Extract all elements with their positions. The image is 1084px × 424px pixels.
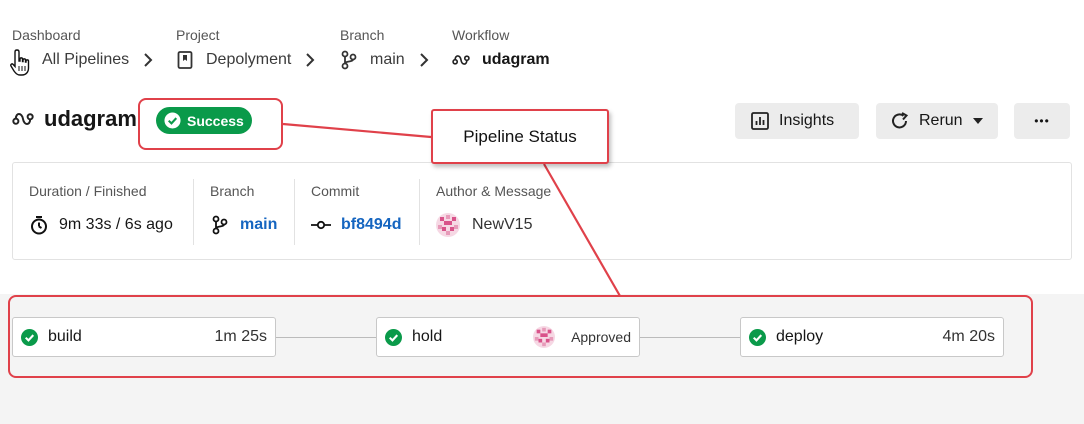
insights-button[interactable]: Insights bbox=[735, 103, 859, 139]
branch-cell: Branch main bbox=[210, 183, 277, 239]
annotation-callout: Pipeline Status bbox=[431, 109, 609, 164]
breadcrumb-link-project[interactable]: Depolyment bbox=[176, 46, 326, 74]
annotation-label: Pipeline Status bbox=[463, 126, 577, 146]
breadcrumb-link-all-pipelines[interactable]: All Pipelines bbox=[12, 46, 162, 74]
workflow-icon bbox=[452, 51, 470, 69]
breadcrumb-project: Project Depolyment bbox=[176, 26, 326, 74]
divider bbox=[193, 179, 194, 245]
divider bbox=[419, 179, 420, 245]
breadcrumb-dashboard: Dashboard All Pipelines bbox=[12, 26, 162, 74]
commit-cell: Commit bf8494d bbox=[311, 183, 401, 239]
breadcrumb-value: All Pipelines bbox=[42, 51, 130, 68]
page-title: udagram bbox=[12, 106, 137, 132]
duration-cell: Duration / Finished 9m 33s / 6s ago bbox=[29, 183, 173, 239]
breadcrumb-current-workflow: udagram bbox=[452, 46, 562, 74]
breadcrumb-value: udagram bbox=[482, 51, 550, 68]
commit-label: Commit bbox=[311, 183, 360, 199]
author-name: NewV15 bbox=[472, 216, 533, 233]
jobs-highlight-box bbox=[8, 295, 1033, 378]
chevron-right-icon bbox=[305, 52, 315, 68]
breadcrumb-label: Branch bbox=[340, 27, 385, 43]
caret-down-icon bbox=[972, 118, 983, 124]
rerun-label: Rerun bbox=[919, 112, 963, 129]
more-options-button[interactable]: ••• bbox=[1014, 103, 1070, 139]
branch-link[interactable]: main bbox=[240, 216, 277, 234]
rerun-button[interactable]: Rerun bbox=[876, 103, 998, 139]
divider bbox=[294, 179, 295, 245]
breadcrumb-link-branch[interactable]: main bbox=[340, 46, 438, 74]
breadcrumb-workflow: Workflow udagram bbox=[452, 26, 562, 74]
bookmark-icon bbox=[176, 51, 194, 69]
chevron-right-icon bbox=[143, 52, 153, 68]
chart-icon bbox=[751, 112, 769, 130]
insights-label: Insights bbox=[779, 112, 835, 129]
workflow-icon bbox=[12, 108, 34, 130]
author-label: Author & Message bbox=[436, 183, 552, 199]
branch-icon bbox=[340, 50, 358, 70]
hand-cursor-icon bbox=[10, 49, 30, 76]
stopwatch-icon bbox=[29, 215, 49, 235]
pipeline-summary-card: Duration / Finished 9m 33s / 6s ago Bran… bbox=[12, 162, 1072, 260]
breadcrumb-label: Dashboard bbox=[12, 27, 81, 43]
duration-label: Duration / Finished bbox=[29, 183, 147, 199]
workflow-name: udagram bbox=[44, 106, 137, 131]
breadcrumb-value: main bbox=[370, 51, 405, 68]
commit-icon bbox=[311, 215, 331, 235]
duration-value: 9m 33s / 6s ago bbox=[59, 216, 173, 233]
breadcrumb-label: Workflow bbox=[452, 27, 510, 43]
chevron-right-icon bbox=[419, 52, 429, 68]
breadcrumb-label: Project bbox=[176, 27, 220, 43]
more-icon: ••• bbox=[1034, 114, 1050, 128]
branch-label: Branch bbox=[210, 183, 255, 199]
breadcrumb: Dashboard All Pipelines Project Depolyme… bbox=[12, 26, 576, 74]
author-cell: Author & Message NewV15 bbox=[436, 183, 551, 239]
refresh-icon bbox=[892, 112, 909, 129]
breadcrumb-value: Depolyment bbox=[206, 51, 292, 68]
status-highlight-box bbox=[138, 98, 283, 150]
commit-link[interactable]: bf8494d bbox=[341, 216, 401, 234]
breadcrumb-branch: Branch main bbox=[340, 26, 438, 74]
branch-icon bbox=[210, 215, 230, 235]
avatar bbox=[436, 213, 460, 237]
